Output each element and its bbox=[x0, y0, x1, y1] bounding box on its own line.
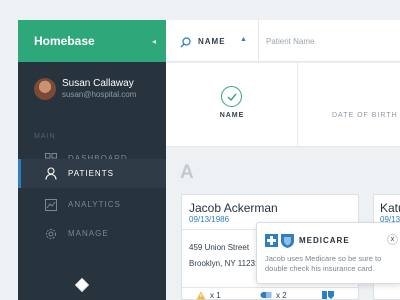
sidebar-item-manage[interactable]: MANAGE bbox=[18, 219, 166, 248]
app-title: Homebase bbox=[34, 34, 95, 48]
user-icon bbox=[44, 167, 58, 181]
sidebar-item-label: PATIENTS bbox=[68, 169, 114, 178]
patient-address-line2: Brooklyn, NY 11231 bbox=[189, 259, 260, 268]
check-icon bbox=[221, 86, 242, 107]
column-header-dob[interactable]: DATE OF BIRTH bbox=[332, 112, 398, 119]
user-email: susan@hospital.com bbox=[62, 90, 137, 99]
sidebar: Homebase ◂ Susan Callaway susan@hospital… bbox=[18, 20, 166, 300]
patient-name: Jacob Ackerman bbox=[189, 201, 278, 215]
sidebar-item-patients[interactable]: PATIENTS bbox=[18, 159, 166, 188]
column-header-name[interactable]: NAME bbox=[166, 63, 298, 147]
top-bar: NAME ▲ bbox=[166, 20, 400, 62]
medication-count[interactable]: x 2 bbox=[260, 288, 287, 300]
column-headers: NAME DATE OF BIRTH bbox=[166, 63, 400, 147]
sidebar-item-label: ANALYTICS bbox=[68, 200, 121, 209]
user-name: Susan Callaway bbox=[62, 78, 134, 89]
medicare-logo-icon bbox=[265, 232, 295, 248]
caret-up-icon[interactable]: ▲ bbox=[240, 36, 247, 43]
popover-message: Jacob uses Medicare so be sure to double… bbox=[265, 254, 382, 273]
section-label: MAIN bbox=[34, 133, 56, 140]
active-indicator bbox=[18, 159, 21, 188]
close-icon[interactable]: x bbox=[387, 234, 398, 245]
alert-count-label: x 1 bbox=[210, 290, 221, 300]
alert-count[interactable]: x 1 bbox=[196, 288, 221, 300]
warning-icon bbox=[196, 291, 206, 299]
patient-name: Katu bbox=[380, 201, 400, 215]
patient-address-line1: 459 Union Street bbox=[189, 243, 250, 252]
group-letter: A bbox=[180, 162, 194, 183]
app-window: Homebase ◂ Susan Callaway susan@hospital… bbox=[0, 0, 400, 300]
popover-title: MEDICARE bbox=[299, 236, 350, 245]
user-profile[interactable]: Susan Callaway susan@hospital.com bbox=[34, 78, 136, 100]
sidebar-item-analytics[interactable]: ANALYTICS bbox=[18, 190, 166, 219]
sort-field-label[interactable]: NAME bbox=[198, 37, 226, 46]
brand-bar: Homebase ◂ bbox=[18, 20, 166, 62]
collapse-sidebar-icon[interactable]: ◂ bbox=[152, 37, 156, 46]
search-icon bbox=[180, 35, 191, 53]
patient-dob: 09/13/1986 bbox=[189, 215, 230, 224]
medication-count-label: x 2 bbox=[276, 290, 287, 300]
column-label: NAME bbox=[219, 112, 245, 119]
chart-icon bbox=[44, 198, 58, 212]
card-footer: x 1 x 2 bbox=[182, 287, 358, 300]
insurance-shield-icon bbox=[322, 291, 334, 299]
insurance-popover: MEDICARE x Jacob uses Medicare so be sur… bbox=[256, 222, 400, 284]
avatar bbox=[34, 78, 56, 100]
search-input[interactable] bbox=[266, 34, 396, 48]
gear-icon bbox=[44, 227, 58, 241]
sidebar-item-label: MANAGE bbox=[68, 229, 109, 238]
divider bbox=[258, 20, 259, 62]
pill-icon bbox=[260, 292, 272, 298]
insurance-badge[interactable] bbox=[322, 288, 334, 300]
